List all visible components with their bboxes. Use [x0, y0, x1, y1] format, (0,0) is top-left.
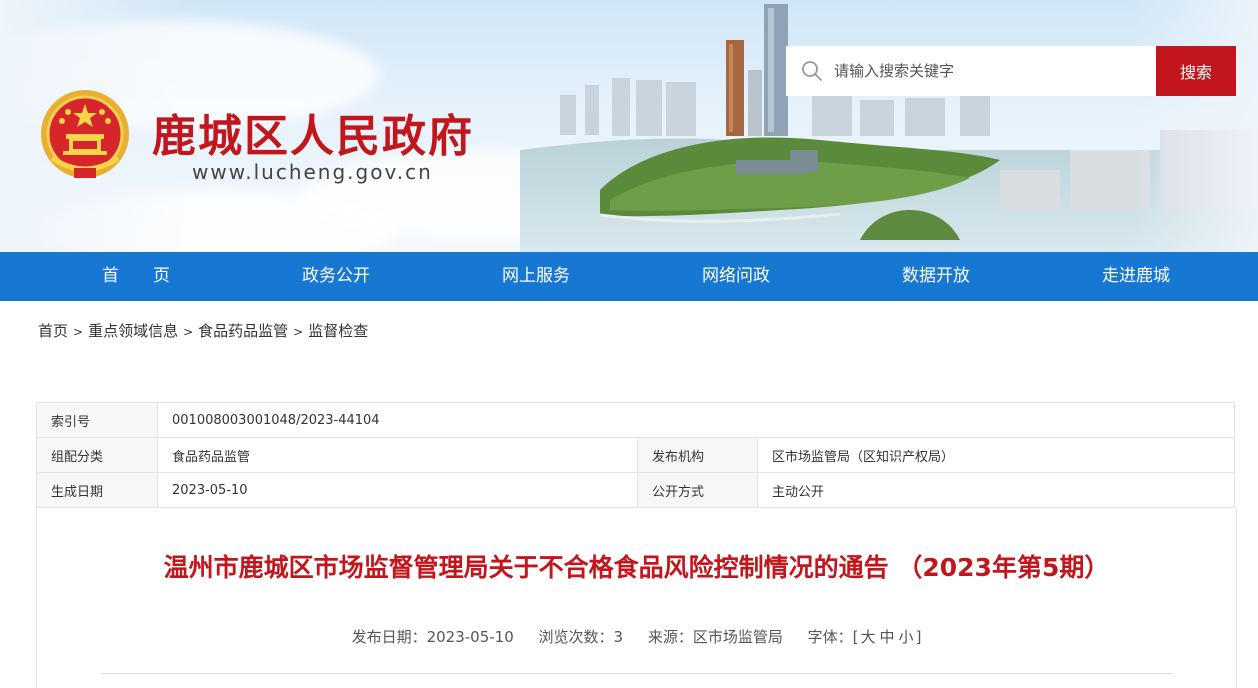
nav-item-about-lucheng[interactable]: 走进鹿城: [1046, 252, 1226, 301]
font-size-control: 字体：[大中小]: [808, 628, 922, 646]
article: 温州市鹿城区市场监督管理局关于不合格食品风险控制情况的通告 （2023年第5期）…: [36, 508, 1237, 688]
publisher-value: 区市场监管局（区知识产权局）: [757, 437, 1235, 473]
index-value: 001008003001048/2023-44104: [157, 402, 1235, 438]
header-banner: 鹿城区人民政府 www.lucheng.gov.cn 搜索: [0, 0, 1258, 252]
font-large-option[interactable]: 大: [861, 628, 876, 646]
category-label: 组配分类: [36, 437, 158, 473]
open-method-label: 公开方式: [637, 472, 758, 508]
search-input[interactable]: [834, 46, 1144, 96]
table-row: 组配分类 食品药品监管 发布机构 区市场监管局（区知识产权局）: [36, 437, 1235, 473]
search-button[interactable]: 搜索: [1156, 46, 1236, 96]
open-method-value: 主动公开: [757, 472, 1235, 508]
site-title: 鹿城区人民政府: [152, 111, 474, 162]
main-nav: 首 页 政务公开 网上服务 网络问政 数据开放 走进鹿城: [0, 252, 1258, 301]
table-row: 生成日期 2023-05-10 公开方式 主动公开: [36, 472, 1235, 508]
category-value: 食品药品监管: [157, 437, 638, 473]
search-box: [786, 46, 1156, 96]
view-count: 浏览次数：3: [538, 628, 624, 646]
breadcrumb-separator: >: [73, 325, 84, 339]
breadcrumb-home[interactable]: 首页: [38, 322, 68, 340]
breadcrumb-inspection[interactable]: 监督检查: [308, 322, 368, 340]
nav-item-home[interactable]: 首 页: [46, 252, 226, 301]
national-emblem-logo: [41, 90, 129, 178]
table-row: 索引号 001008003001048/2023-44104: [36, 402, 1235, 438]
publisher-label: 发布机构: [637, 437, 758, 473]
breadcrumb-food-drug[interactable]: 食品药品监管: [198, 322, 288, 340]
article-meta: 发布日期：2023-05-10 浏览次数：3 来源：区市场监管局 字体：[大中小…: [37, 626, 1236, 647]
breadcrumb-separator: >: [293, 325, 304, 339]
publish-date: 发布日期：2023-05-10: [351, 628, 514, 646]
date-label: 生成日期: [36, 472, 158, 508]
breadcrumb-separator: >: [183, 325, 194, 339]
breadcrumb-key-areas[interactable]: 重点领域信息: [88, 322, 178, 340]
info-table: 索引号 001008003001048/2023-44104 组配分类 食品药品…: [36, 402, 1235, 508]
font-size-label: 字体：[: [807, 628, 859, 646]
article-source: 来源：区市场监管局: [647, 628, 783, 646]
date-value: 2023-05-10: [157, 472, 638, 508]
font-small-option[interactable]: 小: [899, 628, 914, 646]
divider: [101, 673, 1173, 674]
nav-item-online-inquiry[interactable]: 网络问政: [646, 252, 826, 301]
search-icon: [802, 61, 822, 81]
article-title: 温州市鹿城区市场监督管理局关于不合格食品风险控制情况的通告 （2023年第5期）: [163, 553, 1110, 582]
font-size-end: ]: [915, 628, 922, 646]
breadcrumb: 首页 > 重点领域信息 > 食品药品监管 > 监督检查: [38, 320, 368, 341]
nav-item-open-data[interactable]: 数据开放: [846, 252, 1026, 301]
nav-item-gov-affairs[interactable]: 政务公开: [246, 252, 426, 301]
nav-item-online-services[interactable]: 网上服务: [446, 252, 626, 301]
site-url: www.lucheng.gov.cn: [192, 160, 433, 184]
font-medium-option[interactable]: 中: [880, 628, 895, 646]
index-label: 索引号: [36, 402, 158, 438]
